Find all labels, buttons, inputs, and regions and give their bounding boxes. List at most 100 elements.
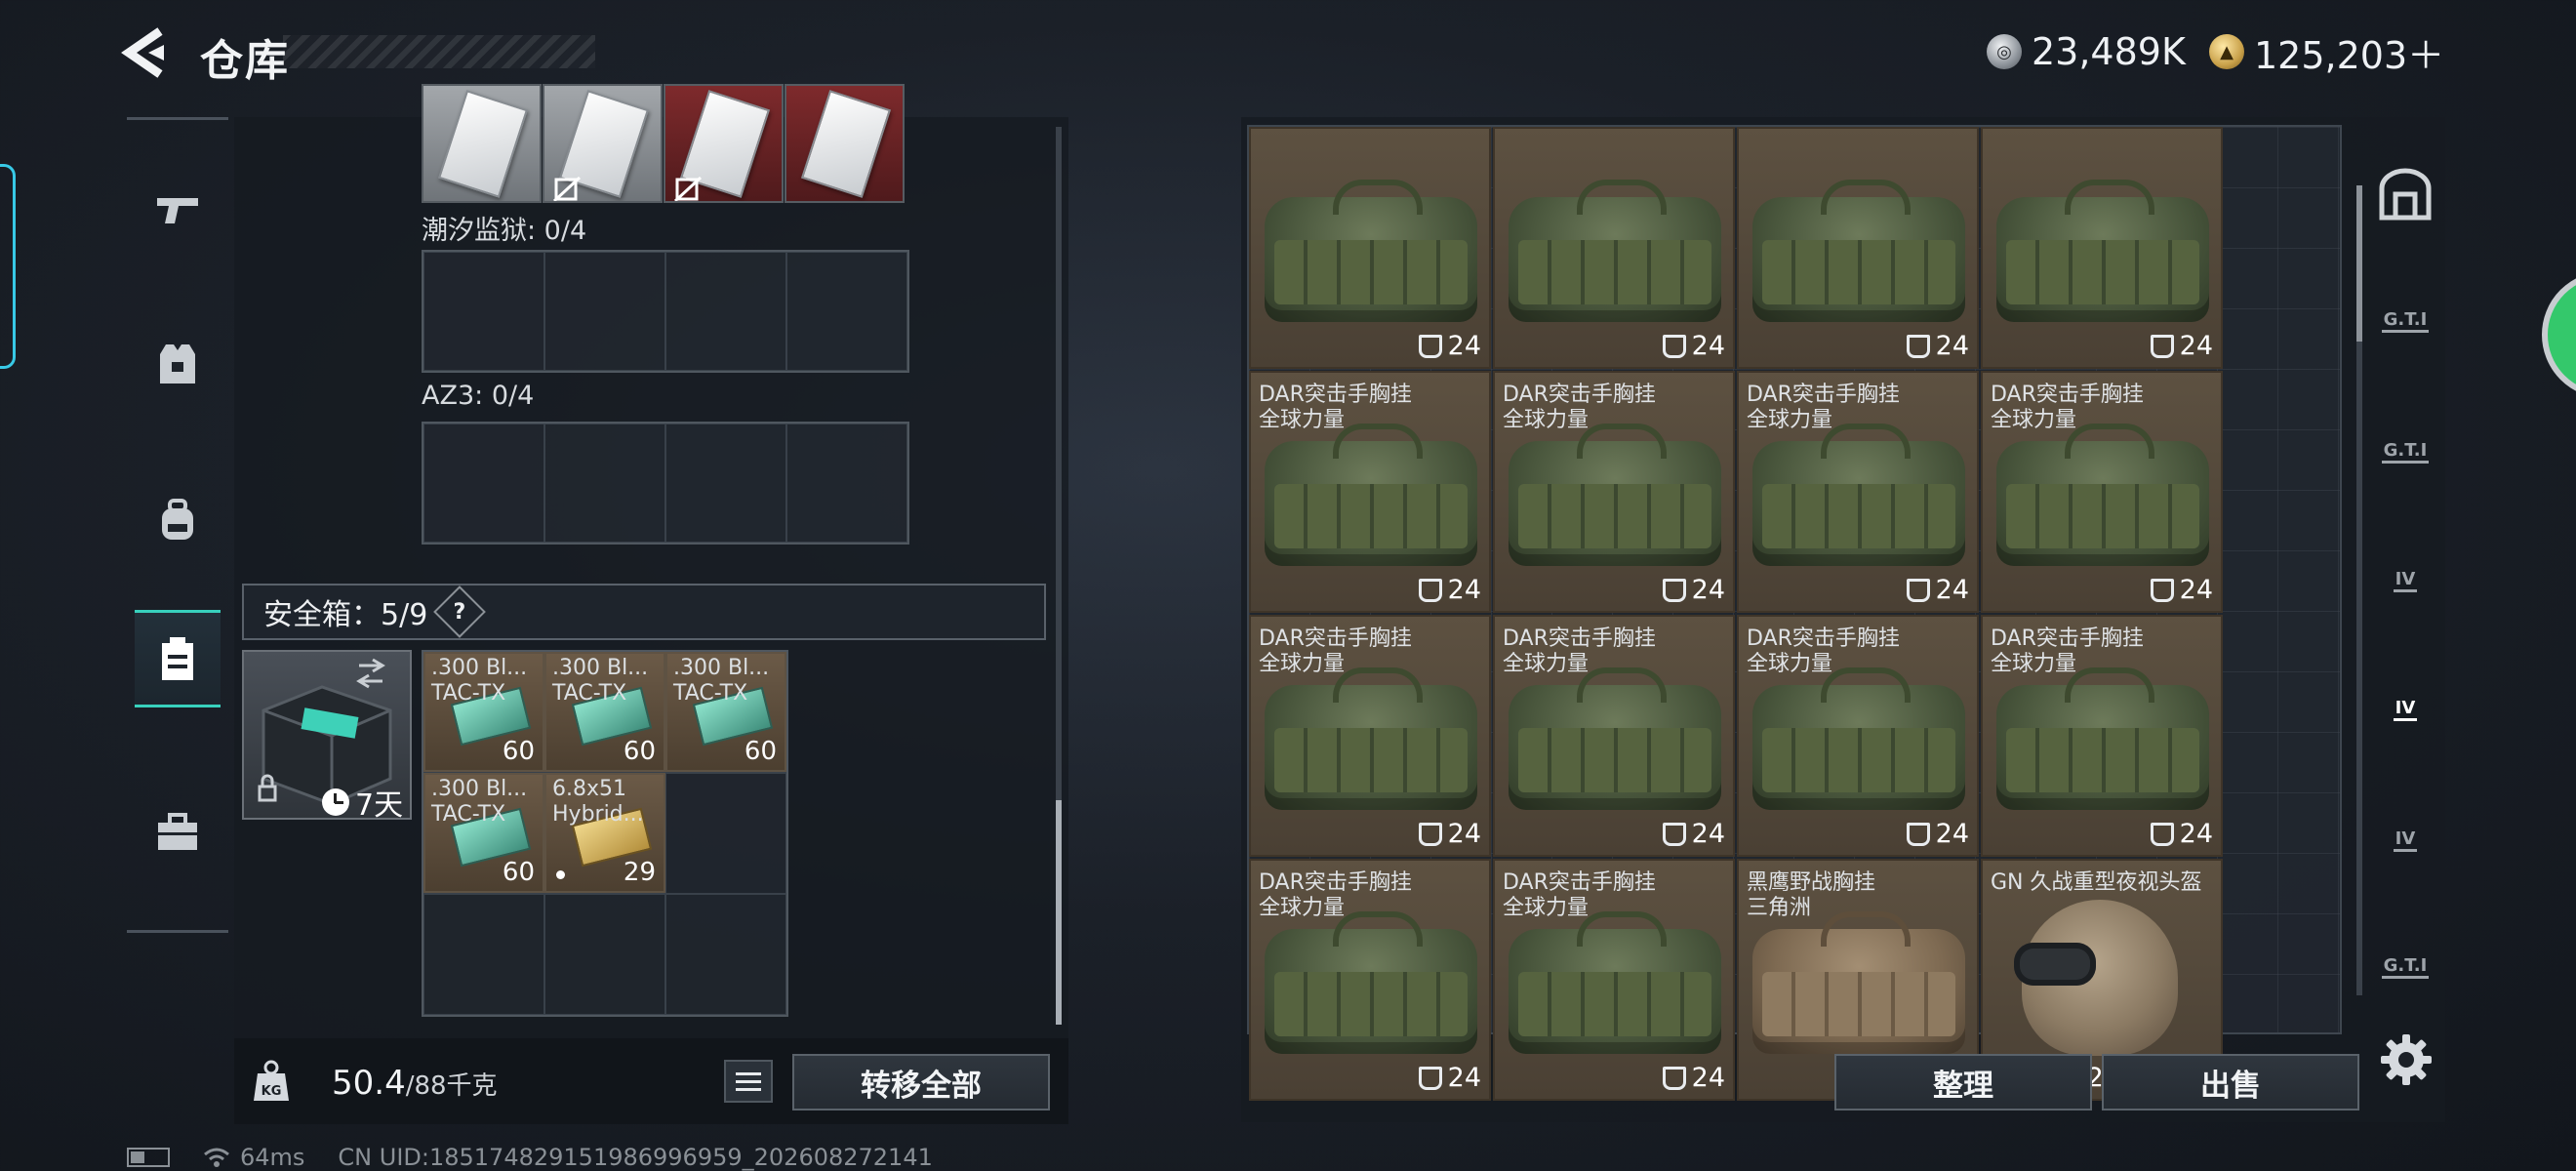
chest-rig-image bbox=[1996, 667, 2209, 810]
key-card-item[interactable] bbox=[422, 84, 542, 203]
safebox-icon bbox=[162, 637, 193, 680]
item-capacity: 24 bbox=[1419, 575, 1481, 605]
stash-item[interactable]: 24 bbox=[1493, 127, 1735, 369]
category-backpack[interactable] bbox=[135, 471, 221, 569]
category-weapons[interactable] bbox=[135, 161, 221, 259]
section-label-tide-prison: 潮汐监狱: 0/4 bbox=[422, 216, 587, 246]
stash-item[interactable]: 24 bbox=[1249, 127, 1491, 369]
loadout-scroll-thumb[interactable] bbox=[1056, 800, 1062, 1025]
no-trade-icon bbox=[673, 176, 703, 201]
ammo-variant: TAC-TX bbox=[673, 681, 748, 706]
item-brand: 三角洲 bbox=[1747, 896, 1812, 920]
stash-scroll-thumb[interactable] bbox=[2356, 185, 2362, 342]
stash-tab-deposit[interactable] bbox=[2371, 160, 2439, 228]
category-tools[interactable] bbox=[135, 784, 221, 881]
back-button[interactable] bbox=[121, 27, 178, 78]
item-capacity: 24 bbox=[1663, 1063, 1725, 1093]
key-slots-az3[interactable] bbox=[422, 422, 909, 545]
ammo-variant: TAC-TX bbox=[431, 802, 506, 827]
briefcase-icon bbox=[158, 813, 197, 850]
ammo-name: .300 Bl... bbox=[673, 656, 770, 680]
category-safebox[interactable] bbox=[135, 610, 221, 707]
key-card-item[interactable] bbox=[664, 84, 784, 203]
chest-rig-image bbox=[1509, 424, 1721, 566]
item-brand: 全球力量 bbox=[1259, 896, 1346, 920]
transfer-all-button[interactable]: 转移全部 bbox=[792, 1054, 1050, 1110]
stash-item[interactable]: 24 bbox=[1737, 127, 1979, 369]
weight-kg-icon: KG bbox=[254, 1060, 289, 1101]
item-brand: 全球力量 bbox=[1747, 408, 1833, 432]
case-tier-icon: G.T.I bbox=[2381, 955, 2430, 979]
back-arrow-icon bbox=[121, 27, 164, 78]
stash-tab[interactable]: IV bbox=[2371, 806, 2439, 874]
chest-rig-image bbox=[1752, 424, 1965, 566]
stash-item[interactable]: DAR突击手胸挂 全球力量 24 bbox=[1249, 615, 1491, 857]
case-tier-icon: IV bbox=[2393, 698, 2418, 721]
sell-button[interactable]: 出售 bbox=[2102, 1054, 2359, 1110]
safebox-ammo-item[interactable]: .300 Bl... TAC-TX 60 bbox=[544, 652, 665, 772]
stash-item[interactable]: DAR突击手胸挂 全球力量 24 bbox=[1981, 615, 2223, 857]
sort-button[interactable]: 整理 bbox=[1834, 1054, 2092, 1110]
carry-weight-value: 50.4 bbox=[332, 1064, 406, 1103]
item-capacity: 24 bbox=[2151, 575, 2213, 605]
help-icon: ? bbox=[453, 599, 466, 625]
stash-item[interactable]: DAR突击手胸挂 全球力量 24 bbox=[1249, 371, 1491, 613]
ammo-quantity: 60 bbox=[502, 737, 535, 766]
stash-tab[interactable]: G.T.I bbox=[2371, 418, 2439, 486]
ammo-quantity: 60 bbox=[623, 737, 656, 766]
helmet-image bbox=[2014, 900, 2178, 1056]
user-uid: CN UID:185174829151986996959_20260827214… bbox=[338, 1144, 933, 1171]
key-slots-tide-prison[interactable] bbox=[422, 250, 909, 373]
ammo-variant: TAC-TX bbox=[552, 681, 627, 706]
stash-tab[interactable]: IV bbox=[2371, 546, 2439, 615]
chest-rig-image bbox=[1509, 911, 1721, 1054]
item-capacity: 24 bbox=[1663, 819, 1725, 849]
key-card-item[interactable] bbox=[785, 84, 905, 203]
stash-item[interactable]: DAR突击手胸挂 全球力量 24 bbox=[1493, 859, 1735, 1101]
item-brand: 全球力量 bbox=[1259, 652, 1346, 676]
status-line: 64ms CN UID:185174829151986996959_202608… bbox=[127, 1144, 933, 1171]
gold-currency[interactable]: ▲ 125,203＋ bbox=[2209, 27, 2444, 77]
silver-currency[interactable]: ◎ 23,489K bbox=[1987, 27, 2186, 76]
svg-text:KG: KG bbox=[262, 1084, 282, 1099]
chest-rig-image bbox=[1752, 667, 1965, 810]
stash-item[interactable]: DAR突击手胸挂 全球力量 24 bbox=[1493, 371, 1735, 613]
stash-tab-active[interactable]: IV bbox=[2371, 675, 2439, 744]
ammo-name: .300 Bl... bbox=[431, 777, 528, 801]
safebox-help-button[interactable]: ? bbox=[433, 586, 487, 638]
safebox-ammo-item[interactable]: .300 Bl... TAC-TX 60 bbox=[665, 652, 786, 772]
title-decoration bbox=[283, 35, 595, 68]
stash-item[interactable]: DAR突击手胸挂 全球力量 24 bbox=[1737, 371, 1979, 613]
edge-drawer-handle[interactable] bbox=[0, 164, 16, 369]
gold-coin-icon: ▲ bbox=[2209, 34, 2244, 69]
key-card-item[interactable] bbox=[543, 84, 663, 203]
wifi-icon bbox=[204, 1148, 229, 1167]
backpack-icon bbox=[162, 499, 193, 540]
stash-item[interactable]: DAR突击手胸挂 全球力量 24 bbox=[1493, 615, 1735, 857]
stash-item[interactable]: DAR突击手胸挂 全球力量 24 bbox=[1737, 615, 1979, 857]
list-view-button[interactable] bbox=[724, 1060, 773, 1103]
stash-item[interactable]: DAR突击手胸挂 全球力量 24 bbox=[1981, 371, 2223, 613]
item-capacity: 24 bbox=[1907, 575, 1969, 605]
item-name: GN 久战重型夜视头盔 bbox=[1991, 870, 2202, 895]
item-brand: 全球力量 bbox=[1503, 652, 1590, 676]
chat-float-button[interactable] bbox=[2542, 271, 2576, 398]
ammo-name: 6.8x51 bbox=[552, 777, 627, 801]
silver-coin-icon: ◎ bbox=[1987, 34, 2022, 69]
safebox-ammo-item[interactable]: 6.8x51 Hybrid... 29 bbox=[544, 773, 665, 893]
stash-item[interactable]: 24 bbox=[1981, 127, 2223, 369]
silver-currency-value: 23,489K bbox=[2032, 30, 2186, 73]
rarity-dot-icon bbox=[556, 870, 565, 879]
case-tier-icon: G.T.I bbox=[2381, 440, 2430, 464]
chest-rig-image bbox=[1996, 424, 2209, 566]
safebox-duration-text: 7天 bbox=[355, 788, 404, 823]
stash-tab[interactable]: G.T.I bbox=[2371, 287, 2439, 355]
category-armor[interactable] bbox=[135, 315, 221, 413]
stash-item[interactable]: DAR突击手胸挂 全球力量 24 bbox=[1249, 859, 1491, 1101]
section-label-az3: AZ3: 0/4 bbox=[422, 381, 535, 411]
safebox-ammo-item[interactable]: .300 Bl... TAC-TX 60 bbox=[423, 773, 544, 893]
safebox-ammo-item[interactable]: .300 Bl... TAC-TX 60 bbox=[423, 652, 544, 772]
settings-gear-icon[interactable] bbox=[2379, 1032, 2434, 1087]
chest-rig-image bbox=[1265, 911, 1477, 1054]
stash-tab[interactable]: G.T.I bbox=[2371, 933, 2439, 1001]
